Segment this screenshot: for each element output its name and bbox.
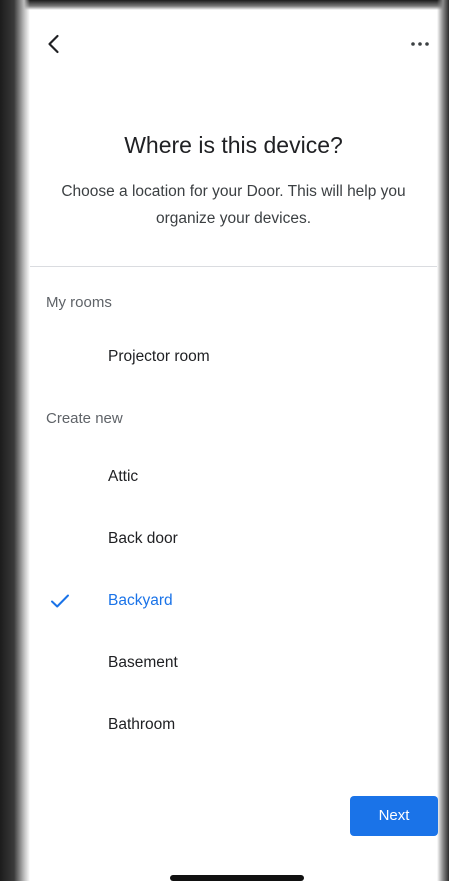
back-button[interactable]	[42, 32, 66, 56]
room-item-attic[interactable]: Attic	[30, 452, 437, 504]
room-label: Projector room	[108, 348, 210, 365]
room-item-backyard[interactable]: Backyard	[30, 576, 437, 628]
room-label: Backyard	[108, 592, 173, 609]
checkmark-icon	[51, 594, 69, 608]
room-label: Bathroom	[108, 716, 176, 733]
chevron-left-icon	[48, 34, 59, 54]
screen: Where is this device? Choose a location …	[30, 10, 438, 881]
frame-shadow-left	[0, 0, 30, 881]
more-horizontal-icon	[411, 42, 429, 46]
room-label: Attic	[108, 468, 139, 485]
room-item-basement[interactable]: Basement	[30, 638, 437, 690]
room-label: Back door	[108, 530, 178, 547]
room-item-projector-room[interactable]: Projector room	[30, 332, 437, 384]
section-label-my-rooms: My rooms	[46, 294, 112, 311]
next-button[interactable]: Next	[350, 796, 438, 836]
frame-shadow-top	[0, 0, 449, 10]
room-item-bathroom[interactable]: Bathroom	[30, 700, 437, 752]
page-subtitle: Choose a location for your Door. This wi…	[61, 183, 406, 227]
more-options-button[interactable]	[407, 32, 433, 56]
app-frame: Where is this device? Choose a location …	[0, 0, 449, 881]
room-label: Basement	[108, 654, 178, 671]
divider	[30, 266, 437, 267]
room-item-back-door[interactable]: Back door	[30, 514, 437, 566]
page-title: Where is this device?	[124, 132, 343, 158]
section-label-create-new: Create new	[46, 410, 123, 427]
home-indicator[interactable]	[170, 875, 304, 881]
frame-shadow-right	[437, 0, 449, 881]
